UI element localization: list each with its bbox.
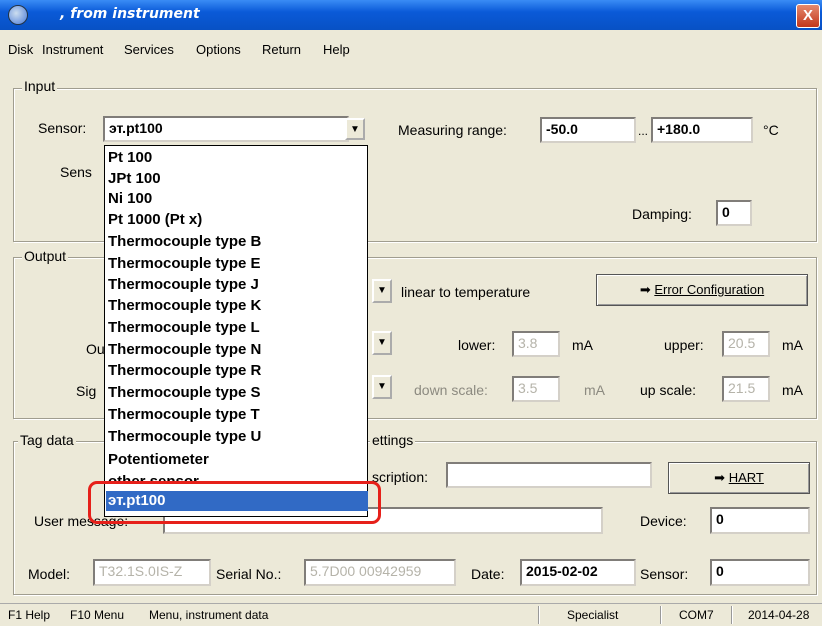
lower-label: lower: (458, 337, 496, 353)
output-mode-text: linear to temperature (401, 284, 531, 300)
status-role: Specialist (567, 608, 619, 622)
error-configuration-label: Error Configuration (654, 282, 765, 297)
menu-services[interactable]: Services (124, 42, 174, 57)
upper-field[interactable]: 20.5 (722, 331, 770, 357)
damping-label: Damping: (632, 206, 692, 222)
status-port: COM7 (679, 608, 714, 622)
range-low-field[interactable]: -50.0 (540, 117, 636, 143)
description-field[interactable] (446, 462, 652, 488)
input-group-label: Input (22, 78, 58, 94)
close-icon[interactable]: X (796, 4, 820, 28)
upper-label: upper: (664, 337, 704, 353)
model-field[interactable]: T32.1S.0IS-Z (93, 559, 211, 586)
dropdown-item-ni100[interactable]: Ni 100 (108, 189, 152, 208)
settings-label: ettings (370, 432, 416, 448)
range-high-field[interactable]: +180.0 (651, 117, 753, 143)
menu-instrument[interactable]: Instrument (42, 42, 103, 57)
device-label: Device: (640, 513, 687, 529)
serial-field[interactable]: 5.7D00 00942959 (304, 559, 456, 586)
arrow-right-icon: ➡ (714, 470, 726, 485)
signal-label: Sig (76, 383, 97, 399)
range-separator: ... (638, 124, 649, 138)
menu-bar: Disk Instrument Services Options Return … (0, 30, 822, 70)
error-configuration-button[interactable]: ➡ Error Configuration (596, 274, 808, 306)
status-separator (538, 606, 539, 624)
arrow-right-icon: ➡ (639, 282, 651, 297)
output-label: Ou (86, 341, 105, 357)
status-bar: F1 Help F10 Menu Menu, instrument data S… (0, 603, 822, 626)
dropdown-item-tc-k[interactable]: Thermocouple type K (108, 296, 261, 315)
up-scale-label: up scale: (640, 382, 697, 398)
serial-label: Serial No.: (216, 566, 282, 582)
up-scale-unit: mA (782, 382, 803, 398)
range-unit: °C (763, 122, 779, 138)
date-field[interactable]: 2015-02-02 (520, 559, 636, 586)
dropdown-item-tc-r[interactable]: Thermocouple type R (108, 361, 261, 380)
hart-label: HART (728, 470, 764, 485)
description-label: scription: (372, 469, 429, 485)
window-title: , from instrument (60, 6, 200, 22)
down-scale-unit: mA (584, 382, 605, 398)
highlight-annotation (88, 481, 381, 524)
output-group-label: Output (22, 248, 69, 264)
dropdown-item-tc-l[interactable]: Thermocouple type L (108, 318, 260, 337)
dropdown-item-jpt100[interactable]: JPt 100 (108, 169, 161, 188)
app-icon (8, 5, 28, 25)
lower-field[interactable]: 3.8 (512, 331, 560, 357)
up-scale-field[interactable]: 21.5 (722, 376, 770, 402)
menu-help[interactable]: Help (323, 42, 350, 57)
status-separator (660, 606, 661, 624)
menu-disk[interactable]: Disk (8, 42, 33, 57)
upper-unit: mA (782, 337, 803, 353)
dropdown-item-pt100[interactable]: Pt 100 (108, 148, 152, 167)
status-help: F1 Help (8, 608, 51, 622)
menu-return[interactable]: Return (262, 42, 301, 57)
dropdown-item-tc-s[interactable]: Thermocouple type S (108, 383, 261, 402)
title-bar: , from instrument X (0, 0, 822, 30)
dropdown-item-tc-n[interactable]: Thermocouple type N (108, 340, 261, 359)
damping-field[interactable]: 0 (716, 200, 752, 226)
menu-options[interactable]: Options (196, 42, 241, 57)
dropdown-item-pt1000[interactable]: Pt 1000 (Pt x) (108, 210, 202, 229)
dropdown-item-potentiometer[interactable]: Potentiometer (108, 450, 209, 469)
dropdown-item-tc-b[interactable]: Thermocouple type B (108, 232, 261, 251)
signal-dropdown-button[interactable]: ▼ (372, 375, 392, 399)
status-context: Menu, instrument data (149, 608, 269, 622)
dropdown-item-tc-e[interactable]: Thermocouple type E (108, 254, 261, 273)
date-label: Date: (471, 566, 505, 582)
sensor-label: Sensor: (38, 120, 87, 136)
output-mode-dropdown-button[interactable]: ▼ (372, 279, 392, 303)
dropdown-item-tc-u[interactable]: Thermocouple type U (108, 427, 261, 446)
hart-button[interactable]: ➡ HART (668, 462, 810, 494)
tag-sensor-field[interactable]: 0 (710, 559, 810, 586)
model-label: Model: (28, 566, 71, 582)
sensor-dropdown-button[interactable]: ▼ (345, 118, 365, 140)
dropdown-item-tc-j[interactable]: Thermocouple type J (108, 275, 259, 294)
dropdown-item-tc-t[interactable]: Thermocouple type T (108, 405, 260, 424)
status-menu: F10 Menu (70, 608, 125, 622)
device-field[interactable]: 0 (710, 507, 810, 534)
measuring-range-label: Measuring range: (398, 122, 507, 138)
down-scale-field[interactable]: 3.5 (512, 376, 560, 402)
output-type-dropdown-button[interactable]: ▼ (372, 331, 392, 355)
sensor-dropdown-list: Pt 100 JPt 100 Ni 100 Pt 1000 (Pt x) The… (104, 145, 368, 517)
tag-sensor-label: Sensor: (640, 566, 689, 582)
status-date: 2014-04-28 (748, 608, 810, 622)
sensor-select[interactable]: эт.pt100 (103, 116, 349, 142)
tag-data-group-label: Tag data (18, 432, 76, 448)
sensor2-label: Sens (60, 164, 92, 180)
status-separator (731, 606, 732, 624)
down-scale-label: down scale: (414, 382, 488, 398)
lower-unit: mA (572, 337, 593, 353)
